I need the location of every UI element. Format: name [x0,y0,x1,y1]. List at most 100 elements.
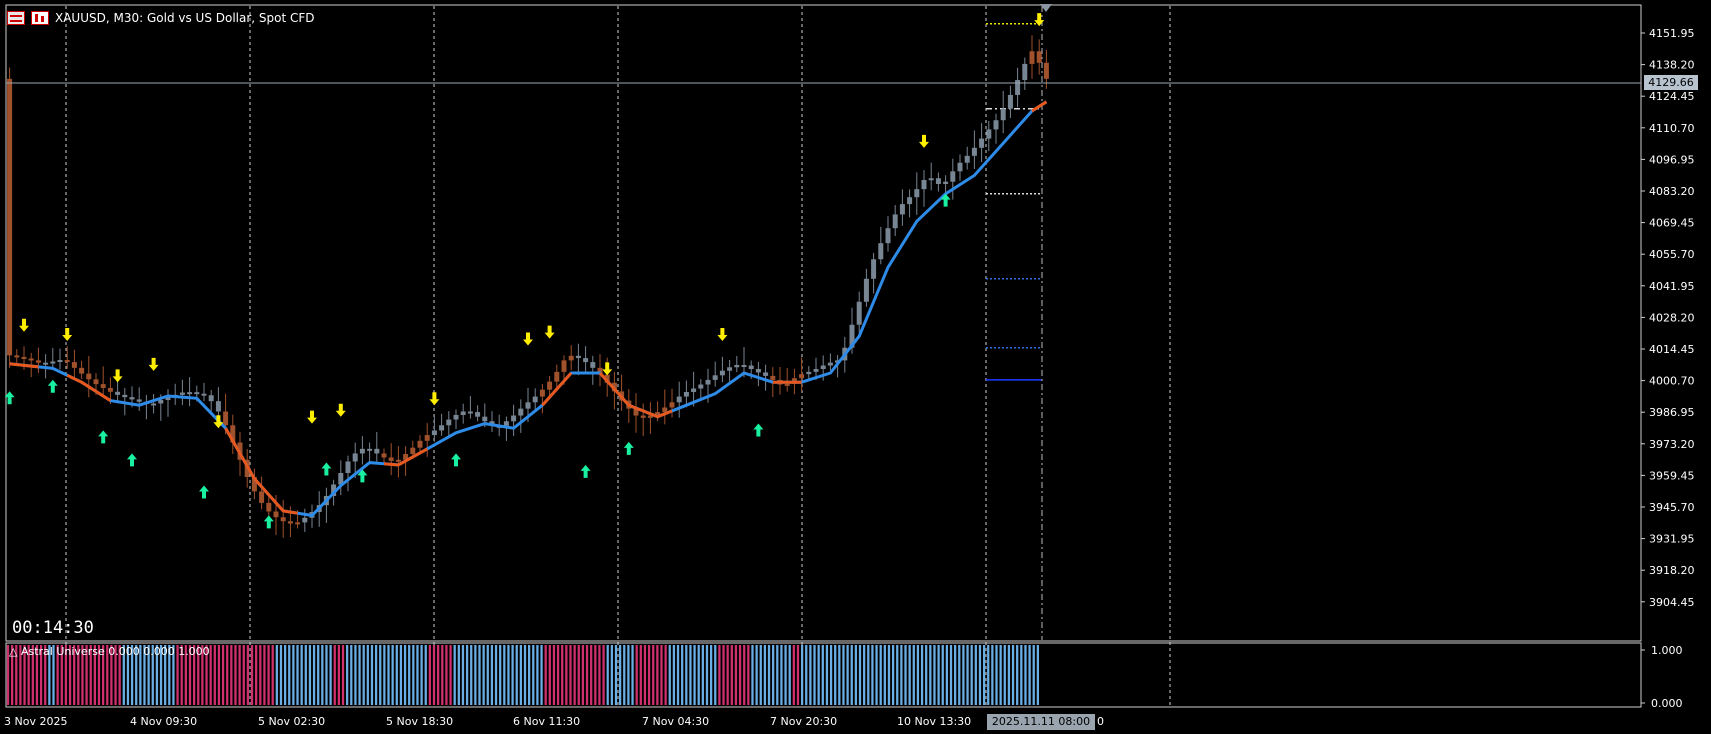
price-tick-label: 4083.20 [1649,185,1695,198]
price-tick-label: 4096.95 [1649,153,1695,166]
candle-body [863,278,869,302]
candle-body [568,355,574,361]
chart-title-bar: XAUUSD, M30: Gold vs US Dollar, Spot CFD [7,8,315,28]
candle-body [395,459,401,462]
price-tick-label: 4110.70 [1649,122,1695,135]
candle-body [734,364,740,368]
candle-body [50,361,56,364]
candle-body [86,373,92,380]
bar-countdown: 00:14:30 [12,618,94,638]
candle-body [79,367,85,374]
time-tick-label: 6 Nov 11:30 [513,715,580,728]
candle-body [820,365,826,369]
candle-body [467,411,473,414]
candle-body [280,517,286,522]
candle-body [827,362,833,366]
candle-body [1007,94,1013,109]
time-tick-label: 4 Nov 09:30 [130,715,197,728]
candle-body [287,521,293,524]
time-tick-label: 7 Nov 20:30 [770,715,837,728]
cursor-time-label: 2025.11.11 08:00 [987,714,1095,730]
candle-body [453,414,459,420]
candle-body [374,448,380,454]
candle-body [583,358,589,363]
candle-body [129,397,135,400]
candle-body [57,359,63,362]
chart-window[interactable]: 4151.95 4138.20 4124.45 4110.70 4096.95 4083.… [0,0,1711,734]
candle-body [943,181,949,184]
candle-body [201,393,207,396]
candle-body [381,453,387,458]
candle-body [676,396,682,403]
candle-body [388,457,394,461]
candle-body [741,364,747,367]
indicator-level-label: 0.000 [1651,697,1683,710]
candle-body [194,392,200,395]
candle-body [691,388,697,392]
candle-body [669,402,675,408]
time-tick-label: 3 Nov 2025 [4,715,67,728]
candle-body [928,178,934,181]
price-tick-label: 4014.45 [1649,343,1695,356]
candle-body [799,374,805,379]
current-price-label: 4129.66 [1644,75,1698,90]
price-tick-label: 3918.20 [1649,564,1695,577]
time-tick-label: 7 Nov 04:30 [642,715,709,728]
candle-body [136,399,142,402]
candle-body [957,162,963,172]
candle-body [914,189,920,198]
candle-body [100,384,106,388]
candle-body [719,370,725,376]
price-tick-label: 4028.20 [1649,311,1695,324]
trade-panel-icon[interactable] [31,11,49,25]
candle-body [683,391,689,397]
candle-body [266,502,272,512]
candle-body [1022,63,1028,80]
candle-body [950,171,956,182]
candle-body [705,379,711,385]
candle-body [590,362,596,368]
candle-body [921,179,927,190]
candle-body [698,384,704,389]
candle-body [935,178,941,184]
candle-body [352,453,358,462]
indicator-level-label: 1.000 [1651,644,1683,657]
candle-body [770,375,776,380]
candle-body [871,259,877,279]
candle-body [575,355,581,359]
candle-body [208,395,214,402]
chart-menu-icon[interactable] [7,11,25,25]
candle-body [273,511,279,518]
candle-body [1029,51,1035,64]
candle-body [979,138,985,148]
candle-body [503,421,509,426]
candle-body [907,197,913,205]
candle-body [107,387,113,392]
candle-body [43,362,49,365]
candle-body [179,392,185,395]
candle-body [1043,62,1049,79]
candle-body [417,440,423,448]
price-tick-label: 4041.95 [1649,280,1695,293]
price-tick-label: 4151.95 [1649,27,1695,40]
candle-body [662,407,668,413]
candle-body [439,425,445,431]
candle-body [259,491,265,503]
candle-body [345,461,351,473]
candle-body [813,368,819,372]
price-tick-label: 4000.70 [1649,375,1695,388]
candle-body [424,435,430,441]
time-tick-label: 5 Nov 18:30 [386,715,453,728]
main-chart-area[interactable] [5,4,1642,642]
time-tick-label: 0 [1097,715,1104,728]
indicator-levels: 1.000 0.000 [1641,644,1683,710]
candle-body [712,375,718,380]
candle-body [885,228,891,244]
candle-body [35,360,41,363]
candle-body [64,359,70,363]
price-tick-label: 3945.70 [1649,501,1695,514]
candle-body [7,78,13,356]
candle-body [748,365,754,369]
candle-body [28,358,34,361]
candle-body [899,204,905,215]
